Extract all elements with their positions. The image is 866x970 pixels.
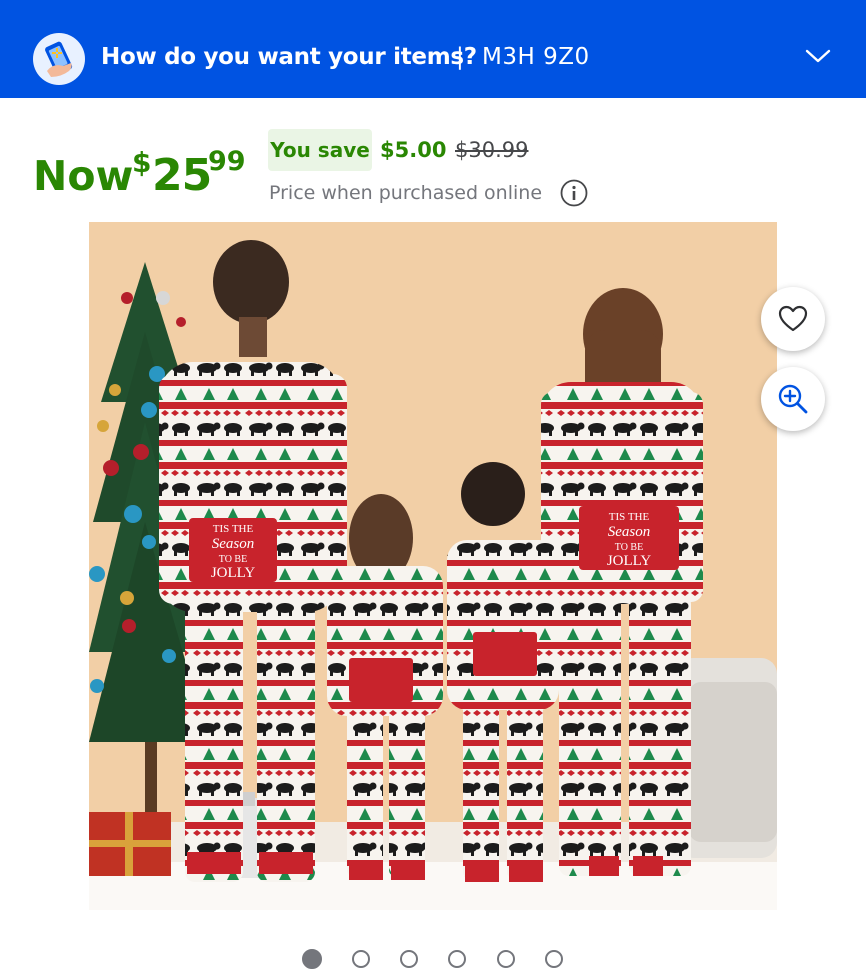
chevron-down-icon[interactable] xyxy=(804,46,832,66)
postal-code[interactable]: M3H 9Z0 xyxy=(482,44,590,70)
fulfillment-title[interactable]: How do you want your items? xyxy=(101,44,477,70)
carousel-dot-1[interactable] xyxy=(302,949,322,969)
print-text-line-1b: TIS THE xyxy=(609,511,650,523)
walmart-app-icon xyxy=(33,33,85,85)
product-image[interactable]: TIS THE Season TO BE JOLLY TIS THE Seaso… xyxy=(89,222,777,910)
price-note: Price when purchased online xyxy=(269,182,543,204)
print-text-line-3: TO BE xyxy=(219,554,247,565)
was-price: $30.99 xyxy=(455,138,529,162)
zoom-button[interactable] xyxy=(761,367,825,431)
info-icon[interactable] xyxy=(559,178,589,208)
header-separator: | xyxy=(456,44,464,70)
price-dollars: 25 xyxy=(152,150,212,201)
carousel-dot-2[interactable] xyxy=(352,950,370,968)
print-text-line-4: JOLLY xyxy=(211,565,255,581)
heart-icon xyxy=(778,305,808,332)
zoom-in-icon xyxy=(778,384,808,414)
carousel-dot-3[interactable] xyxy=(400,950,418,968)
print-text-line-2b: Season xyxy=(608,524,651,540)
print-text-line-2: Season xyxy=(212,536,255,552)
print-text-line-1: TIS THE xyxy=(213,523,254,535)
carousel-dot-4[interactable] xyxy=(448,950,466,968)
carousel-dots xyxy=(302,949,572,970)
carousel-dot-5[interactable] xyxy=(497,950,515,968)
print-text-line-3b: TO BE xyxy=(615,542,643,553)
fulfillment-header[interactable]: How do you want your items? | M3H 9Z0 xyxy=(0,0,866,98)
currency-symbol: $ xyxy=(132,146,152,179)
carousel-dot-6[interactable] xyxy=(545,950,563,968)
favorite-button[interactable] xyxy=(761,287,825,351)
price-cents: 99 xyxy=(208,146,246,177)
save-amount: $5.00 xyxy=(380,138,447,162)
now-label: Now xyxy=(33,152,134,200)
you-save-badge: You save xyxy=(268,129,372,171)
price-section: Now $ 25 99 You save $5.00 $30.99 Price … xyxy=(0,98,866,222)
sofa xyxy=(677,658,777,858)
print-text-line-4b: JOLLY xyxy=(607,553,651,569)
